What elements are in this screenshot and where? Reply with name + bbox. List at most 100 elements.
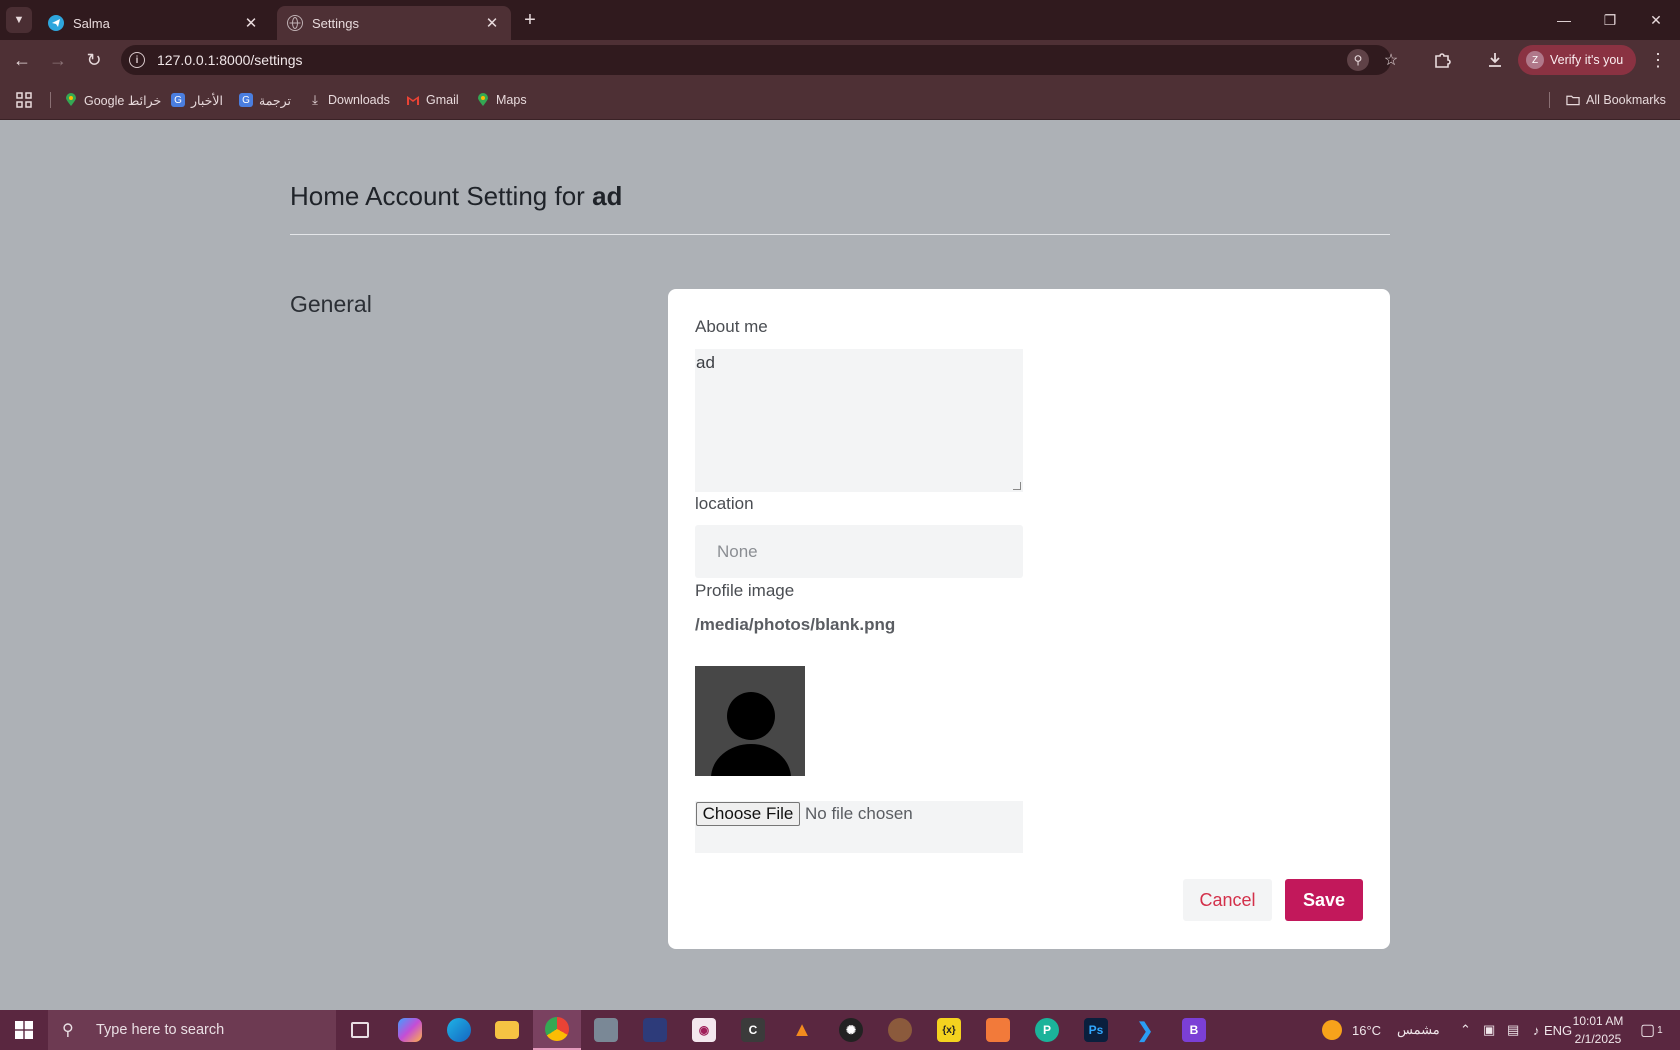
person-silhouette-icon xyxy=(711,692,791,776)
page-title-prefix: Home Account Setting for xyxy=(290,181,585,211)
zoom-icon[interactable]: ⚲ xyxy=(1347,49,1369,71)
profile-verify-button[interactable]: Z Verify it's you xyxy=(1518,45,1636,75)
app-icon-1[interactable] xyxy=(631,1010,679,1050)
page-title-username: ad xyxy=(592,181,623,211)
save-button[interactable]: Save xyxy=(1285,879,1363,921)
site-info-icon[interactable]: i xyxy=(129,52,145,68)
copilot-icon[interactable] xyxy=(386,1010,434,1050)
back-arrow-icon[interactable]: ← xyxy=(8,46,36,74)
globe-icon xyxy=(287,15,303,31)
calculator-icon[interactable] xyxy=(582,1010,630,1050)
volume-icon[interactable]: ♪ xyxy=(1533,1010,1540,1050)
news-icon: G xyxy=(171,93,185,107)
notification-count: 1 xyxy=(1657,1024,1663,1036)
windows-taskbar: ⚲ Type here to search ◉ C ▲ ✺ {x} P Ps ❯… xyxy=(0,1010,1680,1050)
section-heading-general: General xyxy=(290,291,372,317)
more-menu-icon[interactable]: ⋮ xyxy=(1644,46,1672,74)
search-icon: ⚲ xyxy=(62,1022,74,1039)
file-explorer-icon[interactable] xyxy=(483,1010,531,1050)
profile-image-file-input[interactable]: Choose File No file chosen xyxy=(695,801,1023,853)
textarea-resize-handle[interactable] xyxy=(1013,482,1021,490)
app-icon-grid[interactable] xyxy=(974,1010,1022,1050)
meet-now-icon[interactable]: ▣ xyxy=(1483,1010,1495,1050)
network-icon[interactable]: ▤ xyxy=(1507,1010,1519,1050)
choose-file-button[interactable]: Choose File xyxy=(696,802,800,826)
bookmark-translate[interactable]: G ترجمة xyxy=(239,90,291,110)
windows-start-icon[interactable] xyxy=(0,1010,48,1050)
sun-weather-icon xyxy=(1322,1020,1342,1040)
task-view-icon[interactable] xyxy=(336,1010,384,1050)
tab-title: Settings xyxy=(312,15,359,31)
download-icon: ⤓ xyxy=(312,92,318,107)
star-bookmark-icon[interactable]: ☆ xyxy=(1380,49,1402,71)
downloads-icon[interactable] xyxy=(1481,46,1509,74)
tab-search-chevron-icon[interactable]: ▼ xyxy=(6,7,32,33)
search-placeholder: Type here to search xyxy=(96,1022,225,1038)
location-value: None xyxy=(717,541,758,561)
bookmarks-divider xyxy=(1549,92,1550,108)
bookmark-label: Gmail xyxy=(426,93,459,107)
tab-settings[interactable]: Settings ✕ xyxy=(277,6,511,40)
app-icon-triangle[interactable]: ▲ xyxy=(778,1010,826,1050)
about-me-label: About me xyxy=(695,317,768,336)
app-icon-avatar[interactable] xyxy=(876,1010,924,1050)
apps-grid-icon[interactable] xyxy=(16,90,32,110)
about-me-value: ad xyxy=(696,353,715,372)
taskbar-clock[interactable]: 10:01 AM 2/1/2025 xyxy=(1566,1012,1630,1048)
bookmark-label: Google خرائط xyxy=(84,93,162,108)
profile-avatar: Z xyxy=(1526,51,1544,69)
app-icon-2[interactable]: ◉ xyxy=(680,1010,728,1050)
restore-icon[interactable]: ❐ xyxy=(1587,0,1633,40)
reload-icon[interactable]: ↻ xyxy=(80,46,108,74)
all-bookmarks-label: All Bookmarks xyxy=(1586,93,1666,107)
close-window-icon[interactable]: ✕ xyxy=(1633,0,1679,40)
cancel-button[interactable]: Cancel xyxy=(1183,879,1272,921)
notifications-icon[interactable]: ▢ 1 xyxy=(1640,1010,1663,1050)
weather-widget[interactable]: 16°C مشمس xyxy=(1322,1010,1440,1050)
profile-label: Verify it's you xyxy=(1550,53,1624,67)
page-title: Home Account Setting for ad xyxy=(290,181,622,212)
extensions-puzzle-icon[interactable] xyxy=(1428,46,1456,74)
app-icon-c[interactable]: C xyxy=(729,1010,777,1050)
close-tab-icon[interactable]: ✕ xyxy=(242,14,260,32)
file-status-text: No file chosen xyxy=(805,804,913,823)
app-icon-b[interactable]: B xyxy=(1170,1010,1218,1050)
tray-chevron-icon[interactable]: ⌃ xyxy=(1460,1010,1471,1050)
bookmarks-bar: Google خرائط G الأخبار G ترجمة ⤓ Downloa… xyxy=(0,80,1680,120)
bookmark-news[interactable]: G الأخبار xyxy=(171,90,223,110)
taskbar-search-input[interactable]: ⚲ Type here to search xyxy=(48,1010,336,1050)
address-bar[interactable]: i 127.0.0.1:8000/settings ⚲ ☆ xyxy=(121,45,1398,75)
gmail-icon xyxy=(406,93,420,107)
minimize-icon[interactable]: — xyxy=(1541,0,1587,40)
bookmark-label: الأخبار xyxy=(191,93,223,108)
url-text[interactable]: 127.0.0.1:8000/settings xyxy=(157,52,303,68)
bookmark-label: ترجمة xyxy=(259,93,292,108)
bookmarks-divider xyxy=(50,92,51,108)
tab-title: Salma xyxy=(73,15,110,31)
app-icon-variable[interactable]: {x} xyxy=(925,1010,973,1050)
close-tab-icon[interactable]: ✕ xyxy=(483,14,501,32)
bookmark-label: Downloads xyxy=(328,93,390,107)
all-bookmarks[interactable]: All Bookmarks xyxy=(1566,90,1666,110)
chrome-browser-icon[interactable] xyxy=(533,1010,581,1050)
location-input[interactable]: None xyxy=(695,525,1023,578)
bookmark-gmail[interactable]: Gmail xyxy=(406,90,459,110)
bookmark-maps[interactable]: Maps xyxy=(476,90,527,110)
maps-pin-icon xyxy=(476,93,490,107)
edge-browser-icon[interactable] xyxy=(435,1010,483,1050)
bookmark-downloads[interactable]: ⤓ Downloads xyxy=(308,90,390,110)
profile-image-preview xyxy=(695,666,805,776)
about-me-textarea[interactable]: ad xyxy=(695,349,1023,492)
location-label: location xyxy=(695,494,754,513)
app-icon-p[interactable]: P xyxy=(1023,1010,1071,1050)
vscode-icon[interactable]: ❯ xyxy=(1121,1010,1169,1050)
profile-image-path: /media/photos/blank.png xyxy=(695,615,896,634)
tab-salma[interactable]: Salma ✕ xyxy=(38,6,270,40)
weather-desc: مشمس xyxy=(1397,1022,1440,1037)
forward-arrow-icon[interactable]: → xyxy=(44,46,72,74)
photoshop-icon[interactable]: Ps xyxy=(1072,1010,1120,1050)
new-tab-plus-icon[interactable]: + xyxy=(518,8,542,32)
bookmark-google-maps-ar[interactable]: Google خرائط xyxy=(64,90,161,110)
maps-pin-icon xyxy=(64,93,78,107)
chatgpt-icon[interactable]: ✺ xyxy=(827,1010,875,1050)
